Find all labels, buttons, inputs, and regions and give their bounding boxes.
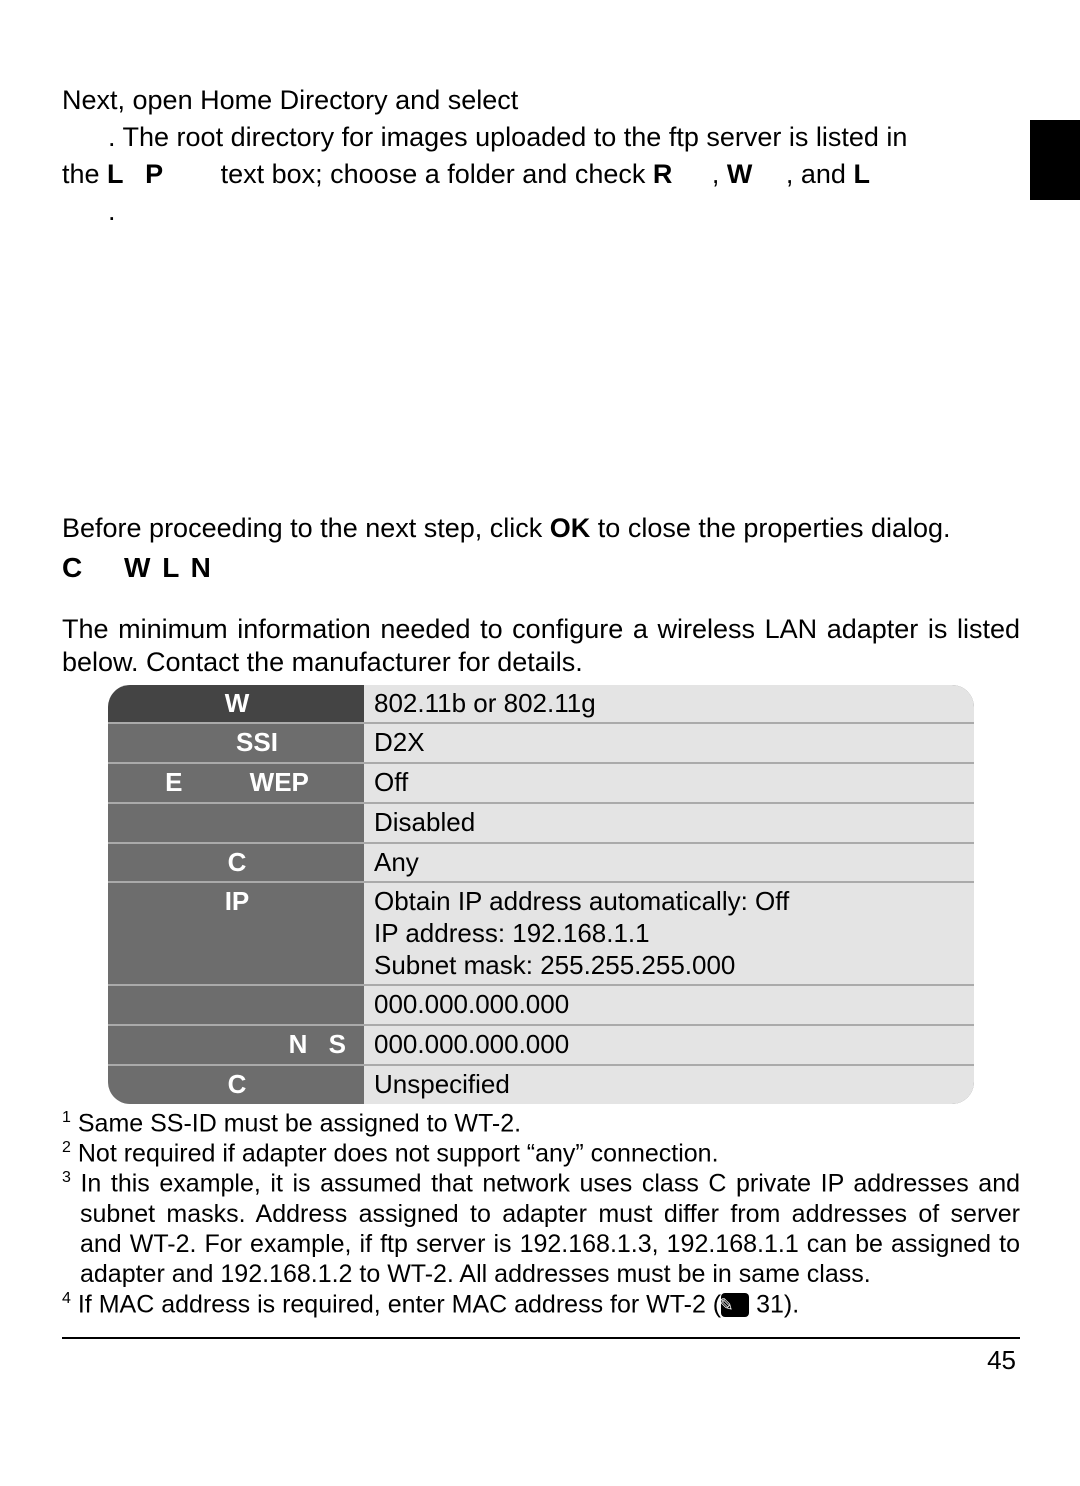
cell-key — [108, 804, 364, 844]
text: to close the properties dialog. — [598, 513, 951, 543]
cell-key: N S — [108, 1026, 364, 1066]
text: Obtain IP address automatically: Off — [374, 886, 966, 918]
text: Subnet mask: 255.255.255.000 — [374, 950, 966, 982]
page-number: 45 — [62, 1345, 1020, 1377]
table-row: E WEP Off — [108, 764, 974, 804]
text: C — [62, 552, 82, 583]
footer-rule — [62, 1337, 1020, 1339]
text: N — [289, 1029, 308, 1059]
cell-val: 000.000.000.000 — [364, 1026, 974, 1066]
table-row: C Any — [108, 844, 974, 884]
intro-line3: the L P text box; choose a folder and ch… — [62, 158, 1020, 191]
cell-val: D2X — [364, 724, 974, 764]
text: In this example, it is assumed that netw… — [80, 1170, 1020, 1288]
home-directory-label: Home Directory — [200, 85, 388, 115]
footnote-2: 2 Not required if adapter does not suppo… — [62, 1138, 1020, 1168]
cell-val: 000.000.000.000 — [364, 986, 974, 1026]
text: N — [191, 552, 211, 583]
intro-line1: Next, open Home Directory and select — [62, 84, 1020, 117]
text: L — [162, 552, 179, 583]
image-placeholder-gap — [62, 232, 1020, 512]
cell-key: C — [108, 844, 364, 884]
text: and select — [395, 85, 518, 115]
footnote-1: 1 Same SS-ID must be assigned to WT-2. — [62, 1108, 1020, 1138]
cell-key: E WEP — [108, 764, 364, 804]
section-heading: C W L N — [62, 551, 1020, 585]
text: . — [108, 196, 116, 226]
table-row: W 802.11b or 802.11g — [108, 685, 974, 725]
cell-key — [108, 986, 364, 1026]
config-table: W 802.11b or 802.11g SSI D2X E WEP Off D… — [108, 685, 974, 1104]
side-tab — [1030, 120, 1080, 200]
text: , — [712, 159, 727, 189]
text: S — [329, 1029, 346, 1059]
text: IP address: 192.168.1.1 — [374, 918, 966, 950]
cell-val: Off — [364, 764, 974, 804]
table-row: C Unspeciﬁed — [108, 1066, 974, 1104]
ok-label: OK — [550, 513, 591, 543]
cell-key: IP — [108, 883, 364, 986]
text-bold: R — [653, 159, 673, 189]
footnote-3: 3 In this example, it is assumed that ne… — [62, 1168, 1020, 1288]
text: Not required if adapter does not support… — [78, 1139, 719, 1167]
text-bold: P — [145, 159, 163, 189]
table-row: 000.000.000.000 — [108, 986, 974, 1026]
text: Next, open — [62, 85, 200, 115]
cell-val: Any — [364, 844, 974, 884]
text: W — [124, 552, 150, 583]
text: text box; choose a folder and check — [221, 159, 653, 189]
text: Before proceeding to the next step, clic… — [62, 513, 550, 543]
intro-line4: . — [62, 195, 1020, 228]
text: E — [165, 767, 182, 797]
text: . The root directory for images uploaded… — [108, 122, 907, 152]
text: 31). — [749, 1290, 799, 1318]
text-bold: W — [727, 159, 752, 189]
text-bold: L — [853, 159, 870, 189]
cell-val: Obtain IP address automatically: Off IP … — [364, 883, 974, 986]
text: , and — [786, 159, 854, 189]
table-row: N S 000.000.000.000 — [108, 1026, 974, 1066]
table-row: IP Obtain IP address automatically: Off … — [108, 883, 974, 986]
reference-icon: ✎ — [721, 1293, 749, 1317]
text: If MAC address is required, enter MAC ad… — [78, 1290, 721, 1318]
table-row: Disabled — [108, 804, 974, 844]
text: WEP — [250, 767, 309, 797]
footnotes: 1 Same SS-ID must be assigned to WT-2. 2… — [62, 1108, 1020, 1319]
text: the — [62, 159, 107, 189]
cell-key: W — [108, 685, 364, 725]
intro-line2: . The root directory for images uploaded… — [62, 121, 1020, 154]
text-bold: L — [107, 159, 124, 189]
cell-key: SSI — [108, 724, 364, 764]
cell-val: Unspeciﬁed — [364, 1066, 974, 1104]
table-row: SSI D2X — [108, 724, 974, 764]
section-desc: The minimum information needed to conﬁgu… — [62, 613, 1020, 679]
cell-val: 802.11b or 802.11g — [364, 685, 974, 725]
cell-val: Disabled — [364, 804, 974, 844]
text: Same SS-ID must be assigned to WT-2. — [78, 1109, 521, 1137]
footnote-4: 4 If MAC address is required, enter MAC … — [62, 1289, 1020, 1319]
text: SSI — [236, 727, 278, 757]
cell-key: C — [108, 1066, 364, 1104]
proceed-paragraph: Before proceeding to the next step, clic… — [62, 512, 1020, 545]
